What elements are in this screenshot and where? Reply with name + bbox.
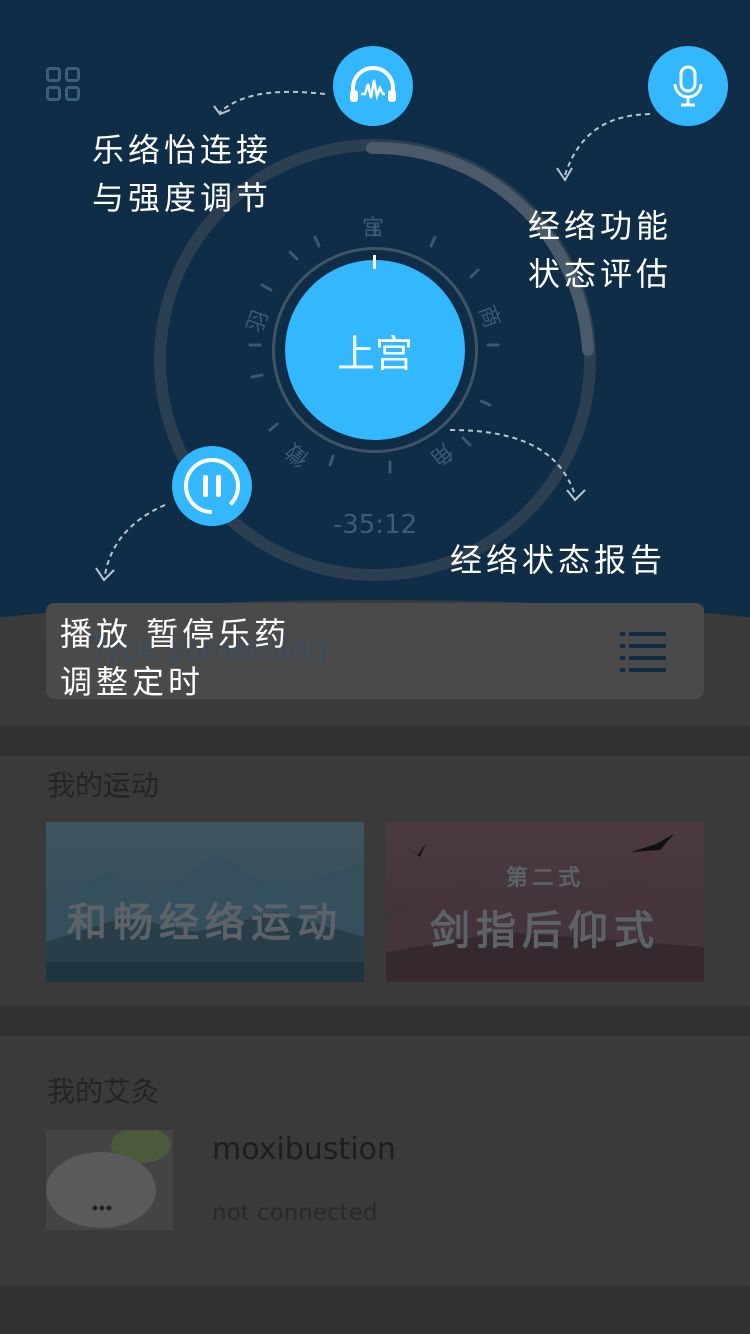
exercise-card-1[interactable]: 和畅经络运动 xyxy=(46,822,364,982)
headphone-button[interactable] xyxy=(333,46,413,126)
section-divider xyxy=(0,726,750,756)
device-status: not connected xyxy=(212,1200,378,1226)
moxa-section-title: 我的艾灸 xyxy=(47,1075,160,1108)
bottom-spacer xyxy=(0,1286,750,1334)
headphone-wave-icon xyxy=(350,66,396,102)
current-tone-button[interactable]: 上宫 xyxy=(285,260,465,440)
microphone-icon xyxy=(673,65,703,107)
hint-connect: 乐络怡连接 与强度调节 xyxy=(92,131,273,217)
exercise-card-2-title: 剑指后仰式 xyxy=(430,908,660,954)
device-name[interactable]: moxibustion xyxy=(212,1132,396,1167)
exercise-card-2[interactable]: 第二式 剑指后仰式 xyxy=(386,822,704,982)
current-tone-label: 上宫 xyxy=(336,331,413,376)
exercise-section: 我的运动 和畅经络运动 第二式 剑指后仰式 xyxy=(0,756,750,1006)
device-image xyxy=(46,1130,173,1230)
exercise-card-1-title: 和畅经络运动 xyxy=(67,900,343,946)
pause-button[interactable] xyxy=(172,446,252,526)
microphone-button[interactable] xyxy=(648,46,728,126)
timer-display: -35:12 xyxy=(332,510,418,540)
exercise-section-title: 我的运动 xyxy=(47,769,160,802)
menu-grid-icon[interactable] xyxy=(46,67,80,101)
pause-icon xyxy=(184,458,240,515)
hint-play: 播放 暂停乐药 调整定时 xyxy=(60,615,291,701)
dial-note-gong: 宫 xyxy=(362,216,385,241)
moxa-device-icon xyxy=(46,1130,173,1230)
hint-report: 经络状态报告 xyxy=(450,541,667,579)
section-divider-2 xyxy=(0,1006,750,1036)
exercise-card-2-subtitle: 第二式 xyxy=(505,866,584,891)
list-icon[interactable] xyxy=(620,628,666,674)
hint-assess: 经络功能 状态评估 xyxy=(528,207,673,293)
dial-indicator xyxy=(373,255,376,269)
